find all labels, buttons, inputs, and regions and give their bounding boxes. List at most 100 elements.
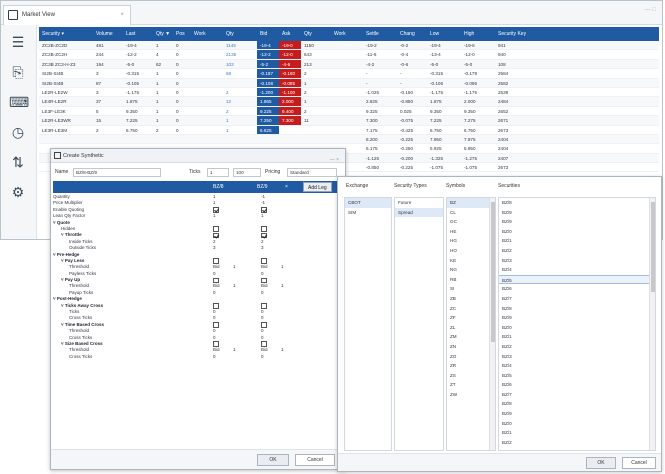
list-item[interactable]: BZ/1 <box>499 332 655 342</box>
clock-icon[interactable]: ◷ <box>9 123 27 141</box>
list-item[interactable]: BZ/8 <box>499 198 655 208</box>
column-header[interactable]: Settle <box>363 27 397 41</box>
list-item[interactable]: BZ/8 <box>499 304 655 314</box>
list-item[interactable]: BZ/2 <box>499 246 655 256</box>
property-checkbox[interactable] <box>213 232 219 239</box>
list-item[interactable]: BZ/3 <box>499 256 655 266</box>
list-item[interactable]: BZ/2 <box>499 438 655 448</box>
market-row[interactable]: SI2B-SI4B 3 -0.315 1 0 68 -0.187 -0.180 2 - - -0.31… <box>39 69 659 79</box>
size-select[interactable]: 100 <box>233 168 261 177</box>
column-header[interactable]: Qty ▼ <box>153 27 173 41</box>
list-item[interactable]: ZL <box>447 323 495 333</box>
list-item[interactable]: BZ/9 <box>499 313 655 323</box>
list-item[interactable]: BZ/9 <box>499 409 655 419</box>
keyboard-icon[interactable]: ⌨ <box>9 93 29 111</box>
list-item[interactable]: ZN <box>447 342 495 352</box>
securities-scrollbar[interactable] <box>649 198 655 450</box>
list-item[interactable]: BZ/8 <box>499 399 655 409</box>
market-row[interactable]: LE2R-LE2W 3 -1.175 1 0 2 -1.200 -1.100 2 -1.025 -0… <box>39 87 659 98</box>
list-item[interactable]: BZ/1 <box>499 236 655 246</box>
market-row[interactable]: LE3R-LE3M 2 6.750 2 0 1 6.625 7.175 -0.425 6.750 6… <box>39 125 659 135</box>
property-checkbox[interactable] <box>213 277 219 284</box>
market-row[interactable]: ZC2B-ZC2D 481 -19-4 1 0 1145 -19-4 -19-0 1150 -19… <box>39 41 659 51</box>
list-item[interactable]: ZR <box>447 361 495 371</box>
list-item[interactable]: BZ/0 <box>499 419 655 429</box>
list-item[interactable]: BZ/6 <box>499 284 655 294</box>
list-item[interactable]: BZ/9 <box>499 217 655 227</box>
property-value[interactable]: 0 <box>261 354 264 360</box>
list-item[interactable]: Future <box>395 198 443 208</box>
list-item[interactable]: CL <box>447 208 495 218</box>
list-item[interactable]: ZM <box>447 332 495 342</box>
add-leg-button[interactable]: Add Leg <box>303 182 332 192</box>
close-tab-icon[interactable]: × <box>120 6 124 24</box>
symbols-list[interactable]: BZ CL GC HE HG HO KE NG RB SI ZB ZC ZF ZL ZM ZN ZO ZR ZS ZT… <box>446 197 496 451</box>
list-item[interactable]: RB <box>447 275 495 285</box>
security-types-list[interactable]: Future Spread <box>394 197 444 451</box>
property-checkbox[interactable] <box>261 207 267 213</box>
list-item[interactable]: BZ/9 <box>499 208 655 218</box>
pricing-select[interactable]: Standard <box>287 168 337 177</box>
list-item[interactable]: BZ/7 <box>499 390 655 400</box>
list-item[interactable]: BZ/2 <box>499 342 655 352</box>
property-checkbox[interactable] <box>261 341 267 347</box>
list-item[interactable]: Spread <box>395 207 443 218</box>
list-item[interactable]: CBOT <box>345 198 391 208</box>
column-header[interactable]: Qty <box>223 27 257 41</box>
property-checkbox[interactable] <box>213 303 219 309</box>
list-item[interactable]: HO <box>447 246 495 256</box>
list-item[interactable]: ZC <box>447 304 495 314</box>
exchange-list[interactable]: CBOT SIM <box>344 197 392 451</box>
remove-leg-icon[interactable]: × <box>285 181 288 193</box>
list-item[interactable]: BZ/0 <box>499 323 655 333</box>
list-item[interactable]: BZ/3 <box>499 352 655 362</box>
property-checkbox[interactable] <box>213 341 219 347</box>
list-item[interactable]: ZB <box>447 294 495 304</box>
list-item[interactable]: ZO <box>447 352 495 362</box>
column-header[interactable]: Security Key <box>495 27 559 41</box>
settings-icon[interactable]: ⚙ <box>9 183 27 201</box>
column-header[interactable]: Bid <box>257 27 279 41</box>
picker-cancel-button[interactable]: Cancel <box>622 457 656 469</box>
list-item[interactable]: SIM <box>345 208 391 218</box>
list-item[interactable]: BZ/7 <box>499 294 655 304</box>
list-item[interactable]: SI <box>447 284 495 294</box>
market-row[interactable]: ZC3B ZC3-H-Z3 194 -5-0 62 0 103 -5-2 -4-6 213 -4-… <box>39 59 659 70</box>
tab-market-view[interactable]: Market View × <box>3 5 131 25</box>
list-item[interactable]: ZF <box>447 313 495 323</box>
list-item[interactable]: ZW <box>447 390 495 400</box>
property-checkbox[interactable] <box>261 322 267 328</box>
column-header[interactable]: Work <box>331 27 363 41</box>
property-checkbox[interactable] <box>213 226 219 232</box>
window-controls[interactable]: — □ <box>645 7 656 13</box>
market-row[interactable]: ZC2B-ZC2H 244 -12-2 4 0 2135 -12-2 -12-0 643 -11-… <box>39 50 659 60</box>
market-row[interactable]: 8.200 -0.225 7.950 7.975 2404 <box>39 134 659 145</box>
sort-icon[interactable]: ⇅ <box>9 153 27 171</box>
list-item[interactable]: HG <box>447 236 495 246</box>
list-item[interactable]: BZ/4 <box>499 265 655 275</box>
list-item[interactable]: NG <box>447 265 495 275</box>
list-item[interactable]: ZS <box>447 371 495 381</box>
property-checkbox[interactable] <box>213 258 219 264</box>
list-item[interactable]: BZ/1 <box>499 428 655 438</box>
property-checkbox[interactable] <box>261 303 267 309</box>
property-value[interactable]: 0 <box>213 354 216 360</box>
list-item[interactable]: BZ/0 <box>499 227 655 237</box>
property-checkbox[interactable] <box>261 232 267 239</box>
symbols-scrollbar[interactable] <box>489 198 495 450</box>
list-item[interactable]: ZT <box>447 380 495 390</box>
list-item[interactable]: BZ/4 <box>499 361 655 371</box>
ladder-icon[interactable]: ☰ <box>9 33 27 51</box>
export-icon[interactable]: ⎘ <box>9 63 27 81</box>
column-header[interactable]: Volume <box>93 27 123 41</box>
property-checkbox[interactable] <box>261 277 267 284</box>
name-input[interactable]: BZ/8-BZ/9 <box>73 168 161 177</box>
market-row[interactable]: LE3F-LE3K 5 9.350 1 0 2 9.225 9.400 2 9.325 0.025 9… <box>39 106 659 117</box>
list-item[interactable]: HE <box>447 227 495 237</box>
ok-button[interactable]: OK <box>257 454 289 466</box>
column-header[interactable]: Chang <box>397 27 427 41</box>
list-item[interactable]: BZ <box>447 198 495 208</box>
column-header[interactable]: Security ▾ <box>39 27 93 41</box>
list-item[interactable]: KE <box>447 256 495 266</box>
list-item[interactable]: BZ/5 <box>499 371 655 381</box>
